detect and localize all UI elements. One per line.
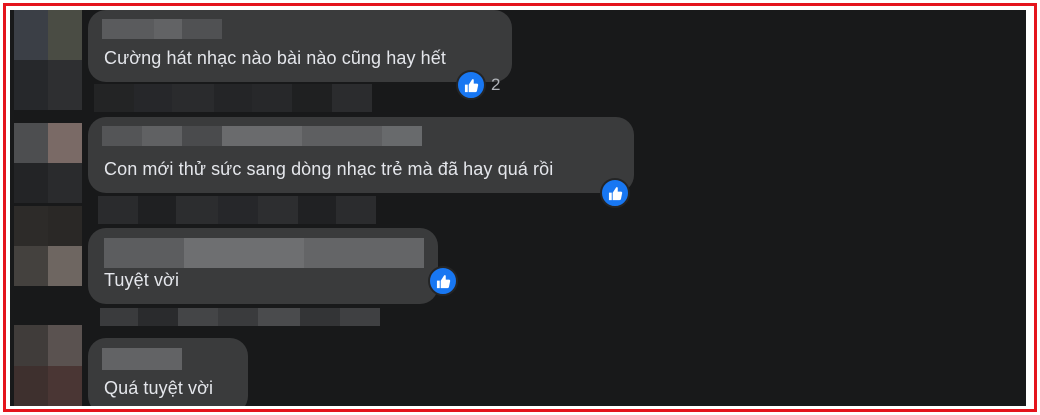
comment-bubble: Cường hát nhạc nào bài nào cũng hay hết (88, 10, 512, 82)
commenter-name-redacted[interactable] (102, 126, 422, 146)
like-icon (456, 70, 486, 100)
comment-bubble: Con mới thử sức sang dòng nhạc trẻ mà đã… (88, 117, 634, 193)
like-icon (600, 178, 630, 208)
reaction-summary[interactable] (600, 178, 630, 208)
avatar[interactable] (14, 206, 82, 286)
comment-bubble: Quá tuyệt vời (88, 338, 248, 406)
comment-actions-redacted[interactable] (100, 308, 380, 326)
comment-actions-redacted[interactable] (98, 196, 376, 224)
comment-bubble: Tuyệt vời (88, 228, 438, 304)
comment-actions-redacted[interactable] (94, 84, 372, 112)
avatar[interactable] (14, 10, 82, 110)
comment-text: Quá tuyệt vời (104, 378, 214, 398)
comment-thread: Cường hát nhạc nào bài nào cũng hay hết … (10, 10, 1026, 406)
comment-text: Cường hát nhạc nào bài nào cũng hay hết (104, 48, 446, 68)
reaction-summary[interactable] (428, 266, 458, 296)
comment-text: Tuyệt vời (104, 270, 180, 290)
reaction-summary[interactable]: 2 (456, 70, 500, 100)
avatar[interactable] (14, 325, 82, 406)
like-icon (428, 266, 458, 296)
reaction-count: 2 (491, 75, 501, 94)
commenter-name-redacted[interactable] (102, 19, 222, 39)
comment-text: Con mới thử sức sang dòng nhạc trẻ mà đã… (104, 159, 554, 179)
commenter-name-redacted[interactable] (102, 348, 182, 370)
commenter-name-redacted[interactable] (104, 238, 424, 268)
avatar[interactable] (14, 123, 82, 203)
